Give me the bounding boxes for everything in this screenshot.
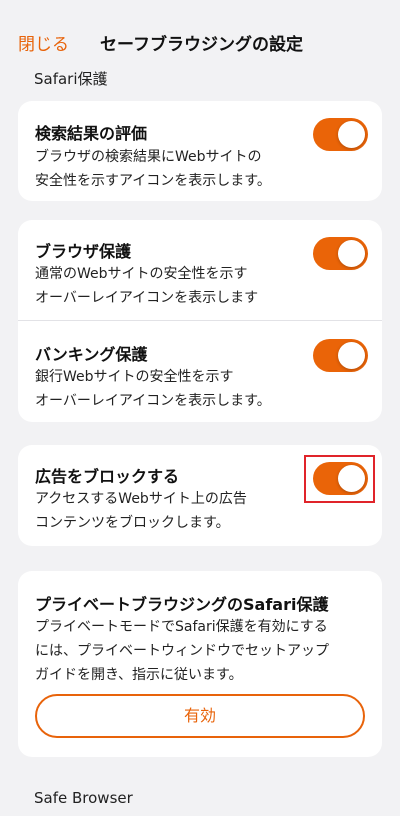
search-eval-title: 検索結果の評価 [35,124,148,143]
ad-block-title: 広告をブロックする [35,467,180,486]
banking-protect-title: バンキング保護 [35,345,148,364]
banking-protect-desc-line1: 銀行Webサイトの安全性を示す [35,369,234,385]
search-eval-desc-line1: ブラウザの検索結果にWebサイトの [35,149,262,165]
banking-protect-desc-line2: オーバーレイアイコンを表示します。 [35,393,271,409]
browser-protect-toggle[interactable] [313,237,368,270]
private-safari-desc: プライベートモードでSafari保護を有効にする には、プライベートウィンドウで… [35,615,370,687]
enable-button[interactable]: 有効 [35,694,365,738]
banking-protect-toggle[interactable] [313,339,368,372]
card-ad-block: 広告をブロックする アクセスするWebサイト上の広告 コンテンツをブロックします… [18,445,382,546]
close-button[interactable]: 閉じる [18,30,69,55]
search-eval-toggle[interactable] [313,118,368,151]
ad-block-toggle[interactable] [313,462,368,495]
divider [18,320,382,321]
browser-protect-desc-line2: オーバーレイアイコンを表示します [35,290,259,306]
card-private-safari: プライベートブラウジングのSafari保護 プライベートモードでSafari保護… [18,571,382,757]
ad-block-desc: アクセスするWebサイト上の広告 コンテンツをブロックします。 [35,487,305,535]
toggle-knob [338,465,365,492]
section-label-safe-browser: Safe Browser [34,789,133,807]
private-safari-title: プライベートブラウジングのSafari保護 [35,595,329,614]
browser-protect-title: ブラウザ保護 [35,242,132,261]
toggle-knob [338,240,365,267]
nav-bar: 閉じる セーフブラウジングの設定 [0,0,400,62]
private-safari-desc-line3: ガイドを開き、指示に従います。 [35,667,243,683]
card-protection: ブラウザ保護 通常のWebサイトの安全性を示す オーバーレイアイコンを表示します… [18,220,382,422]
ad-block-desc-line2: コンテンツをブロックします。 [35,515,230,531]
banking-protect-desc: 銀行Webサイトの安全性を示す オーバーレイアイコンを表示します。 [35,365,305,413]
browser-protect-desc: 通常のWebサイトの安全性を示す オーバーレイアイコンを表示します [35,262,305,310]
search-eval-desc-line2: 安全性を示すアイコンを表示します。 [35,173,271,189]
section-label-safari: Safari保護 [34,70,108,88]
toggle-knob [338,121,365,148]
private-safari-desc-line1: プライベートモードでSafari保護を有効にする [35,619,328,635]
search-eval-desc: ブラウザの検索結果にWebサイトの 安全性を示すアイコンを表示します。 [35,145,305,193]
card-search-eval: 検索結果の評価 ブラウザの検索結果にWebサイトの 安全性を示すアイコンを表示し… [18,101,382,201]
private-safari-desc-line2: には、プライベートウィンドウでセットアップ [35,643,329,659]
ad-block-desc-line1: アクセスするWebサイト上の広告 [35,491,247,507]
toggle-knob [338,342,365,369]
page-title: セーフブラウジングの設定 [100,35,303,55]
browser-protect-desc-line1: 通常のWebサイトの安全性を示す [35,266,248,282]
